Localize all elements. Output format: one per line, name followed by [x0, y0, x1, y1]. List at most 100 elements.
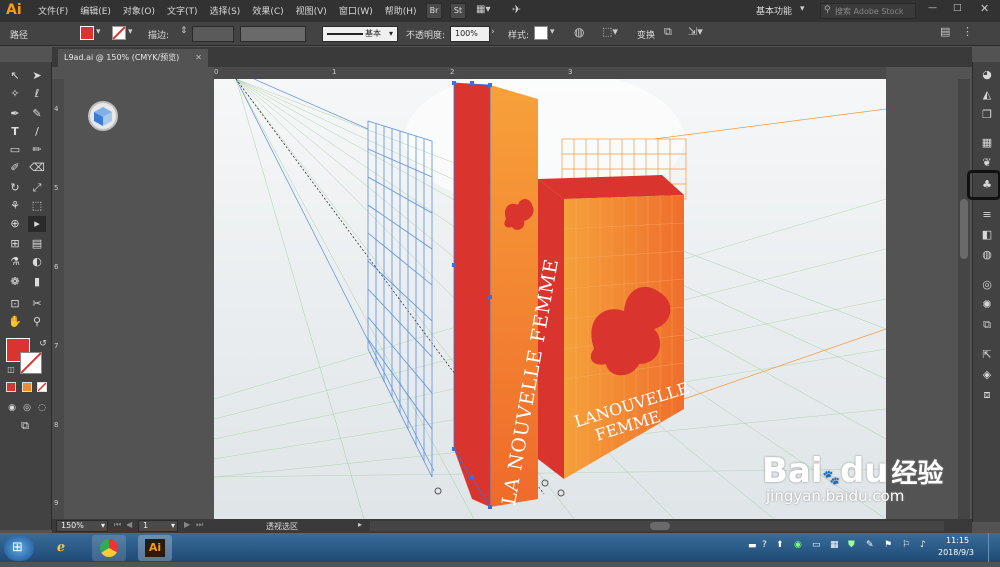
first-artboard-icon[interactable]: ⏮	[114, 520, 121, 530]
brush-definition-select[interactable]: 基本 ▾	[322, 26, 398, 42]
recolor-artwork-icon[interactable]: ◍	[574, 25, 584, 39]
gpu-performance-icon[interactable]: ✈	[512, 3, 521, 16]
vertical-scrollbar[interactable]	[958, 79, 970, 519]
show-desktop-button[interactable]	[988, 533, 1000, 562]
slice-tool-icon[interactable]: ✂	[28, 296, 46, 312]
selection-tool-icon[interactable]: ↖	[6, 68, 24, 84]
rotate-tool-icon[interactable]: ↻	[6, 180, 24, 196]
tray-shield-icon[interactable]: ⛊	[848, 540, 855, 550]
menu-item-3[interactable]: 文字(T)	[161, 4, 204, 17]
tray-volume-icon[interactable]: ♪	[920, 540, 926, 550]
stroke-weight-field[interactable]	[192, 26, 234, 42]
artboard-number-field[interactable]: 1 ▾	[138, 520, 178, 532]
tray-arrow-icon[interactable]: ⬆	[776, 540, 784, 550]
tray-flag-icon[interactable]: ⚐	[902, 540, 910, 550]
arrange-documents-icon[interactable]: ▦▾	[476, 4, 490, 15]
transparency-icon[interactable]: ◍	[979, 248, 995, 262]
opacity-arrow-icon[interactable]: ›	[491, 27, 495, 37]
workspace-chevron-icon[interactable]: ▾	[800, 4, 805, 14]
start-button[interactable]: ⊞	[4, 535, 34, 561]
warp-tool-icon[interactable]: ⚘	[6, 198, 24, 214]
stroke-panel-icon[interactable]: ≡	[979, 208, 995, 222]
illustrator-taskbar-button[interactable]: Ai	[138, 535, 172, 561]
previous-artboard-icon[interactable]: ◀	[126, 520, 132, 529]
symbols-icon[interactable]: ♣	[979, 178, 995, 192]
type-tool-icon[interactable]: T	[6, 124, 24, 140]
menu-item-6[interactable]: 视图(V)	[290, 4, 333, 17]
fill-swatch[interactable]	[80, 26, 94, 40]
perspective-widget[interactable]	[88, 101, 118, 131]
graphic-styles-icon[interactable]: ✺	[979, 298, 995, 312]
vertical-scroll-thumb[interactable]	[960, 199, 968, 259]
scale-tool-icon[interactable]: ⤢	[28, 180, 46, 196]
tray-app-icon[interactable]: ◉	[794, 540, 802, 550]
brushes-icon[interactable]: ❦	[979, 156, 995, 170]
bridge-button[interactable]: Br	[426, 3, 442, 19]
more-options-icon[interactable]: ⇲▾	[688, 25, 703, 38]
maximize-icon[interactable]: □	[953, 3, 962, 13]
magic-wand-tool-icon[interactable]: ✧	[6, 86, 24, 102]
curvature-tool-icon[interactable]: ✎	[28, 106, 46, 122]
layers-icon[interactable]: ◈	[979, 368, 995, 382]
eyedropper-tool-icon[interactable]: ⚗	[6, 254, 24, 270]
fill-chevron-icon[interactable]: ▾	[96, 27, 101, 37]
chrome-icon[interactable]	[92, 535, 126, 561]
screen-mode-icon[interactable]: ⧉	[16, 418, 34, 434]
status-menu-arrow-icon[interactable]: ▸	[358, 520, 362, 529]
blend-tool-icon[interactable]: ◐	[28, 254, 46, 270]
appearance-icon[interactable]: ◎	[979, 278, 995, 292]
artboards-icon[interactable]: ⧈	[979, 388, 995, 402]
asset-export-icon[interactable]: ⧉	[979, 318, 995, 332]
column-graph-tool-icon[interactable]: ▮	[28, 274, 46, 290]
eraser-tool-icon[interactable]: ⌫	[28, 160, 46, 176]
libraries-icon[interactable]: ❒	[979, 108, 995, 122]
shaper-tool-icon[interactable]: ✐	[6, 160, 24, 176]
rectangle-tool-icon[interactable]: ▭	[6, 142, 24, 158]
horizontal-scroll-thumb[interactable]	[650, 522, 670, 530]
style-chevron-icon[interactable]: ▾	[550, 27, 555, 37]
gradient-mode-button[interactable]	[22, 382, 32, 392]
opacity-field[interactable]: 100%	[450, 26, 490, 42]
variable-width-profile[interactable]	[240, 26, 306, 42]
next-artboard-icon[interactable]: ▶	[184, 520, 190, 529]
stock-button[interactable]: St	[450, 3, 466, 19]
default-colors-icon[interactable]: ◫	[2, 362, 20, 378]
lasso-tool-icon[interactable]: ℓ	[28, 86, 46, 102]
pen-tool-icon[interactable]: ✒	[6, 106, 24, 122]
tray-monitor-icon[interactable]: ▭	[812, 540, 821, 550]
hand-tool-icon[interactable]: ✋	[6, 314, 24, 330]
menu-item-7[interactable]: 窗口(W)	[333, 4, 379, 17]
menu-item-4[interactable]: 选择(S)	[204, 4, 247, 17]
gradient-panel-icon[interactable]: ◧	[979, 228, 995, 242]
direct-selection-tool-icon[interactable]: ➤	[28, 68, 46, 84]
arrange-panel-icon[interactable]: ⋮	[962, 25, 973, 38]
tray-tool-icon[interactable]: ✎	[866, 540, 874, 550]
canvas[interactable]: LA NOUVELLE FEMME LANOUVELLE FEMME Bai🐾d…	[64, 79, 970, 519]
panel-menu-icon[interactable]: ▤	[940, 25, 950, 38]
tray-keyboard-icon[interactable]: ▬	[748, 541, 757, 551]
stroke-chevron-icon[interactable]: ▾	[128, 27, 133, 37]
graphic-style-swatch[interactable]	[534, 26, 548, 40]
swap-fill-stroke-icon[interactable]: ↺	[34, 336, 52, 352]
transform-button[interactable]: 变换	[637, 28, 655, 41]
mesh-tool-icon[interactable]: ⊞	[6, 236, 24, 252]
gradient-tool-icon[interactable]: ▤	[28, 236, 46, 252]
perspective-selection-tool-icon[interactable]: ▸	[28, 216, 46, 232]
menu-item-1[interactable]: 编辑(E)	[74, 4, 117, 17]
paintbrush-tool-icon[interactable]: ✏	[28, 142, 46, 158]
close-icon[interactable]: ✕	[980, 2, 989, 15]
menu-item-0[interactable]: 文件(F)	[32, 4, 74, 17]
menu-item-8[interactable]: 帮助(H)	[379, 4, 423, 17]
free-transform-tool-icon[interactable]: ⬚	[28, 198, 46, 214]
tray-network-icon[interactable]: ▦	[830, 540, 839, 550]
symbol-sprayer-tool-icon[interactable]: ❁	[6, 274, 24, 290]
isolate-object-icon[interactable]: ⧉	[664, 25, 672, 39]
color-mode-button[interactable]	[6, 382, 16, 392]
align-icon[interactable]: ⬚▾	[602, 25, 618, 38]
zoom-tool-icon[interactable]: ⚲	[28, 314, 46, 330]
stroke-swatch[interactable]	[112, 26, 126, 40]
export-icon[interactable]: ⇱	[979, 348, 995, 362]
color-panel-icon[interactable]: ◕	[979, 68, 995, 82]
artboard-tool-icon[interactable]: ⊡	[6, 296, 24, 312]
horizontal-scrollbar[interactable]	[370, 521, 944, 531]
